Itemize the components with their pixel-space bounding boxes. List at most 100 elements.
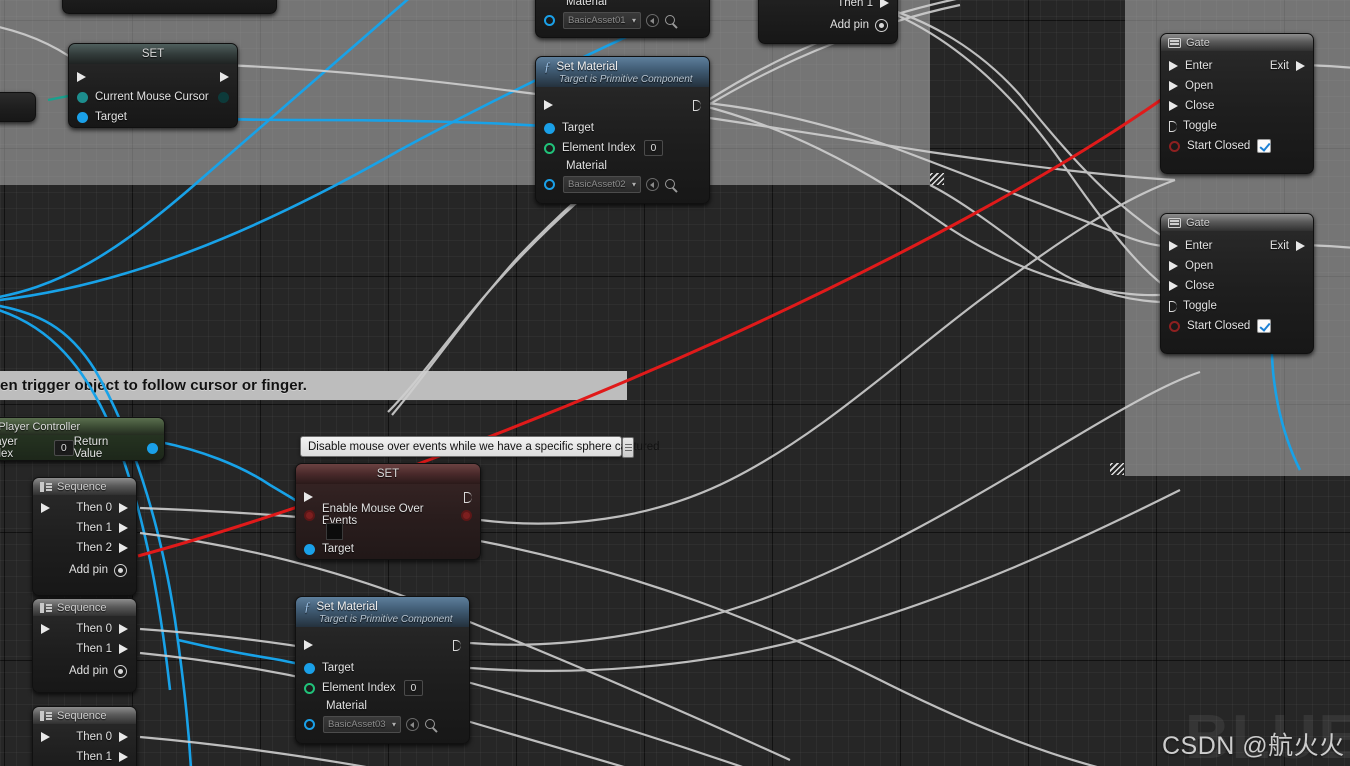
node-row-exec[interactable]: [296, 632, 469, 658]
exec-in-pin-icon[interactable]: [41, 732, 50, 742]
add-pin-icon[interactable]: [114, 664, 127, 678]
node-row-then-0[interactable]: Then 0: [33, 498, 136, 518]
toggle-pin-icon[interactable]: [1169, 120, 1177, 132]
then-1-exec-pin-icon[interactable]: [880, 0, 889, 8]
chevron-down-icon[interactable]: ▾: [632, 180, 636, 189]
return-value-pin-icon[interactable]: [147, 442, 158, 454]
then-0-pin-icon[interactable]: [119, 732, 128, 742]
material-asset-combo[interactable]: BasicAsset01 ▾: [563, 11, 641, 29]
node-comment-tooltip[interactable]: Disable mouse over events while we have …: [300, 436, 660, 458]
node-row-enter-exit[interactable]: Enter Exit: [1161, 56, 1313, 76]
search-icon[interactable]: [665, 15, 675, 25]
node-gate-1[interactable]: Gate Enter Exit Open Close Toggle Start …: [1160, 33, 1314, 174]
comment-resize-handle-bottom[interactable]: [1110, 463, 1124, 475]
node-row-element-index[interactable]: Element Index 0: [536, 138, 709, 158]
exit-pin-icon[interactable]: [1296, 241, 1305, 251]
start-closed-pin-icon[interactable]: [1169, 140, 1180, 152]
open-pin-icon[interactable]: [1169, 261, 1178, 271]
search-icon[interactable]: [665, 179, 675, 189]
material-asset-picker[interactable]: BasicAsset01 ▾: [563, 11, 675, 29]
exec-in-pin-icon[interactable]: [544, 100, 553, 110]
node-row-partial-left[interactable]: or: [0, 93, 35, 113]
then-1-pin-icon[interactable]: [119, 752, 128, 762]
node-set-material-top[interactable]: ƒ Set Material Target is Primitive Compo…: [535, 56, 710, 204]
current-mouse-cursor-out-pin-icon[interactable]: [218, 91, 229, 103]
material-asset-picker[interactable]: BasicAsset02 ▾: [563, 175, 675, 193]
close-pin-icon[interactable]: [1169, 101, 1178, 111]
tooltip-resize-handle[interactable]: [622, 437, 634, 458]
node-partial-material-top[interactable]: Material BasicAsset01 ▾: [535, 0, 710, 38]
node-row-material-value[interactable]: BasicAsset02 ▾: [536, 173, 709, 195]
node-row-close[interactable]: Close: [1161, 96, 1313, 116]
element-index-pin-icon[interactable]: [544, 142, 555, 154]
material-asset-combo[interactable]: BasicAsset03 ▾: [323, 715, 401, 733]
then-2-pin-icon[interactable]: [119, 543, 128, 553]
enter-pin-icon[interactable]: [1169, 61, 1178, 71]
open-pin-icon[interactable]: [1169, 81, 1178, 91]
add-pin-icon[interactable]: [875, 18, 888, 32]
node-sequence-1[interactable]: Sequence Then 0 Then 1 Then 2 Add pin: [32, 477, 137, 596]
node-row-target[interactable]: Target: [296, 539, 480, 559]
browse-back-icon[interactable]: [646, 177, 659, 191]
material-pin-icon[interactable]: [544, 14, 555, 26]
element-index-pin-icon[interactable]: [304, 682, 315, 694]
add-pin-icon[interactable]: [114, 563, 127, 577]
chevron-down-icon[interactable]: ▾: [632, 16, 636, 25]
node-row-element-index[interactable]: Element Index 0: [296, 678, 469, 698]
node-sequence-partial-top[interactable]: Then 1 Add pin: [758, 0, 898, 44]
node-row-current-mouse-cursor[interactable]: Current Mouse Cursor: [69, 87, 237, 107]
blueprint-graph-canvas[interactable]: en trigger object to follow cursor or fi…: [0, 0, 1350, 766]
node-partial-target-top-left[interactable]: Target: [62, 0, 277, 14]
node-row-toggle[interactable]: Toggle: [1161, 296, 1313, 316]
exec-in-pin-icon[interactable]: [304, 492, 313, 502]
node-row-open[interactable]: Open: [1161, 256, 1313, 276]
node-partial-left-edge[interactable]: or: [0, 92, 36, 122]
exec-out-pin-icon[interactable]: [453, 639, 461, 651]
enable-mouse-over-events-out-pin-icon[interactable]: [461, 509, 472, 521]
exit-pin-icon[interactable]: [1296, 61, 1305, 71]
node-row-material-value[interactable]: BasicAsset03 ▾: [296, 713, 469, 735]
node-row-then-1[interactable]: Then 1: [33, 747, 136, 766]
node-set-current-mouse-cursor[interactable]: SET Current Mouse Cursor Target: [68, 43, 238, 128]
node-sequence-3[interactable]: Sequence Then 0 Then 1: [32, 706, 137, 766]
node-row-then-1[interactable]: Then 1: [33, 518, 136, 538]
add-pin-button[interactable]: Add pin: [33, 659, 136, 681]
toggle-pin-icon[interactable]: [1169, 300, 1177, 312]
node-row-close[interactable]: Close: [1161, 276, 1313, 296]
browse-back-icon[interactable]: [646, 13, 659, 27]
node-get-player-controller[interactable]: et Player Controller Player Index 0 Retu…: [0, 417, 165, 461]
close-pin-icon[interactable]: [1169, 281, 1178, 291]
enter-pin-icon[interactable]: [1169, 241, 1178, 251]
node-row-open[interactable]: Open: [1161, 76, 1313, 96]
exec-out-pin-icon[interactable]: [220, 72, 229, 82]
then-0-pin-icon[interactable]: [119, 503, 128, 513]
node-set-enable-mouse-over-events[interactable]: SET Enable Mouse Over Events Target: [295, 463, 481, 560]
material-pin-icon[interactable]: [544, 178, 555, 190]
node-set-material-bottom[interactable]: ƒ Set Material Target is Primitive Compo…: [295, 596, 470, 744]
add-pin-button[interactable]: Add pin: [33, 558, 136, 580]
node-gate-2[interactable]: Gate Enter Exit Open Close Toggle Start …: [1160, 213, 1314, 354]
node-row-then-1[interactable]: Then 1: [33, 639, 136, 659]
node-row-start-closed[interactable]: Start Closed: [1161, 316, 1313, 336]
node-row-exec[interactable]: [536, 92, 709, 118]
node-row-then-2[interactable]: Then 2: [33, 538, 136, 558]
then-0-pin-icon[interactable]: [119, 624, 128, 634]
current-mouse-cursor-pin-icon[interactable]: [77, 91, 88, 103]
comment-bar-top-left[interactable]: en trigger object to follow cursor or fi…: [0, 371, 627, 400]
material-asset-combo[interactable]: BasicAsset02 ▾: [563, 175, 641, 193]
material-pin-icon[interactable]: [304, 718, 315, 730]
start-closed-pin-icon[interactable]: [1169, 320, 1180, 332]
node-row-target[interactable]: Target: [69, 107, 237, 127]
exec-in-pin-icon[interactable]: [304, 640, 313, 650]
node-row-then-1[interactable]: Then 1: [759, 0, 897, 13]
node-row-toggle[interactable]: Toggle: [1161, 116, 1313, 136]
material-asset-picker[interactable]: BasicAsset03 ▾: [323, 715, 435, 733]
node-row-start-closed[interactable]: Start Closed: [1161, 136, 1313, 156]
start-closed-checkbox[interactable]: [1257, 139, 1272, 153]
node-row-enable-mouse-over-events[interactable]: Enable Mouse Over Events: [296, 503, 480, 527]
element-index-input[interactable]: 0: [403, 680, 424, 696]
node-row-enter-exit[interactable]: Enter Exit: [1161, 236, 1313, 256]
target-pin-icon[interactable]: [544, 122, 555, 134]
exec-in-pin-icon[interactable]: [41, 503, 50, 513]
node-sequence-2[interactable]: Sequence Then 0 Then 1 Add pin: [32, 598, 137, 693]
